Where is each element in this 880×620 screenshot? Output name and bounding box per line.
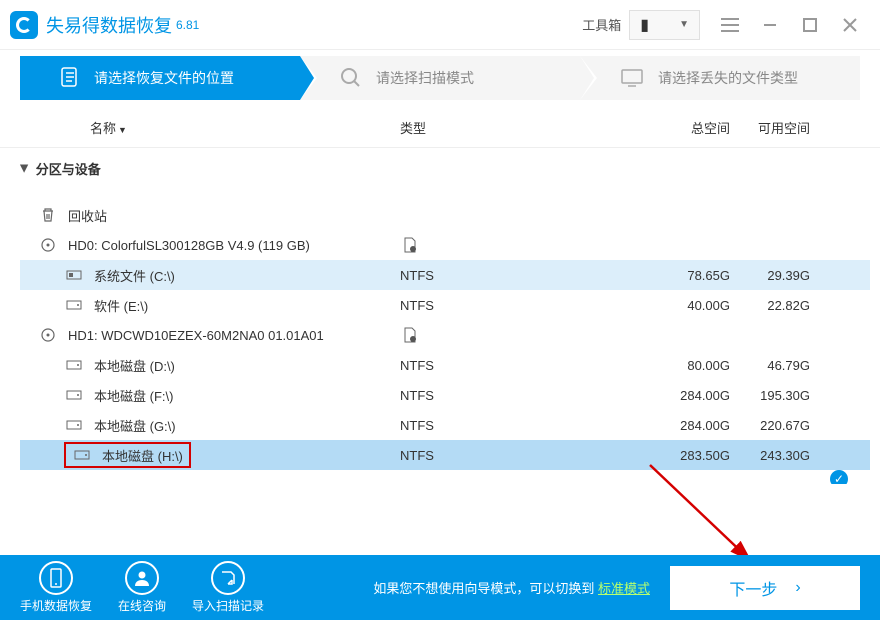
system-drive-icon	[64, 265, 84, 285]
phone-recovery-button[interactable]: 手机数据恢复	[20, 561, 92, 614]
tree-row-hd1[interactable]: HD1: WDCWD10EZEX-60M2NA0 01.01A01	[20, 320, 870, 350]
drive-icon	[38, 184, 58, 200]
drive-icon	[64, 385, 84, 405]
app-logo	[10, 11, 38, 39]
tree-row-hidden[interactable]	[20, 184, 870, 200]
menu-button[interactable]	[710, 5, 750, 45]
step-label: 请选择扫描模式	[376, 68, 474, 88]
app-title: 失易得数据恢复	[46, 12, 172, 38]
minimize-icon	[763, 18, 777, 32]
file-icon	[400, 235, 420, 255]
close-button[interactable]	[830, 5, 870, 45]
app-version: 6.81	[176, 18, 199, 32]
toolbox-label[interactable]: 工具箱	[582, 15, 621, 34]
minimize-button[interactable]	[750, 5, 790, 45]
chevron-right-icon: ›	[795, 579, 800, 597]
tree-row-h-wrap: 本地磁盘 (H:\) NTFS 283.50G 243.30G ✓	[20, 440, 870, 470]
drive-icon	[72, 445, 92, 465]
standard-mode-link[interactable]: 标准模式	[598, 581, 650, 596]
step-label: 请选择丢失的文件类型	[658, 68, 798, 88]
partition-tree: ▶ 分区与设备 回收站 HD0: ColorfulSL300128GB V4.9…	[0, 148, 880, 484]
tree-row-e[interactable]: 软件 (E:\) NTFS 40.00G 22.82G	[20, 290, 870, 320]
phone-icon	[39, 561, 73, 595]
user-icon: ▮	[640, 15, 649, 35]
disk-icon	[38, 325, 58, 345]
drive-icon	[64, 355, 84, 375]
step-location[interactable]: 请选择恢复文件的位置	[20, 56, 300, 100]
wizard-steps: 请选择恢复文件的位置 请选择扫描模式 请选择丢失的文件类型	[20, 56, 860, 100]
online-support-button[interactable]: 在线咨询	[118, 561, 166, 614]
section-partitions[interactable]: ▶ 分区与设备	[20, 152, 870, 184]
trash-icon	[38, 205, 58, 225]
tree-row-d[interactable]: 本地磁盘 (D:\) NTFS 80.00G 46.79G	[20, 350, 870, 380]
step-filetype[interactable]: 请选择丢失的文件类型	[580, 56, 860, 100]
disk-icon	[38, 235, 58, 255]
titlebar: 失易得数据恢复 6.81 工具箱 ▮ ▼	[0, 0, 880, 50]
section-lost[interactable]: ▶ 丢失的分区	[20, 476, 870, 484]
import-scan-button[interactable]: 导入扫描记录	[192, 561, 264, 614]
hamburger-icon	[721, 18, 739, 32]
check-icon: ✓	[830, 470, 848, 484]
maximize-icon	[803, 18, 817, 32]
search-icon	[340, 67, 362, 89]
tree-row-f[interactable]: 本地磁盘 (F:\) NTFS 284.00G 195.30G	[20, 380, 870, 410]
user-dropdown[interactable]: ▮ ▼	[629, 10, 700, 40]
col-total[interactable]: 总空间	[600, 118, 730, 137]
caret-icon: ▶	[18, 164, 29, 172]
chevron-down-icon: ▼	[679, 19, 689, 30]
monitor-icon	[620, 68, 644, 88]
table-header: 名称▼ 类型 总空间 可用空间	[0, 106, 880, 148]
drive-icon	[64, 415, 84, 435]
step-label: 请选择恢复文件的位置	[94, 68, 234, 88]
document-icon	[60, 67, 80, 89]
highlight-box: 本地磁盘 (H:\)	[64, 442, 191, 468]
sort-icon: ▼	[118, 125, 127, 135]
mode-hint: 如果您不想使用向导模式，可以切换到 标准模式	[373, 578, 650, 597]
maximize-button[interactable]	[790, 5, 830, 45]
close-icon	[843, 18, 857, 32]
col-free[interactable]: 可用空间	[730, 118, 860, 137]
user-icon	[125, 561, 159, 595]
import-icon	[211, 561, 245, 595]
col-type[interactable]: 类型	[400, 118, 600, 137]
tree-row-g[interactable]: 本地磁盘 (G:\) NTFS 284.00G 220.67G	[20, 410, 870, 440]
bottom-bar: 手机数据恢复 在线咨询 导入扫描记录 如果您不想使用向导模式，可以切换到 标准模…	[0, 555, 880, 620]
tree-row-recycle[interactable]: 回收站	[20, 200, 870, 230]
next-button[interactable]: 下一步 ›	[670, 566, 860, 610]
tree-row-h[interactable]: 本地磁盘 (H:\) NTFS 283.50G 243.30G	[20, 440, 870, 470]
drive-icon	[64, 295, 84, 315]
tree-row-c[interactable]: 系统文件 (C:\) NTFS 78.65G 29.39G	[20, 260, 870, 290]
tree-row-hd0[interactable]: HD0: ColorfulSL300128GB V4.9 (119 GB)	[20, 230, 870, 260]
file-icon	[400, 325, 420, 345]
step-scanmode[interactable]: 请选择扫描模式	[300, 56, 580, 100]
col-name[interactable]: 名称▼	[20, 118, 400, 137]
